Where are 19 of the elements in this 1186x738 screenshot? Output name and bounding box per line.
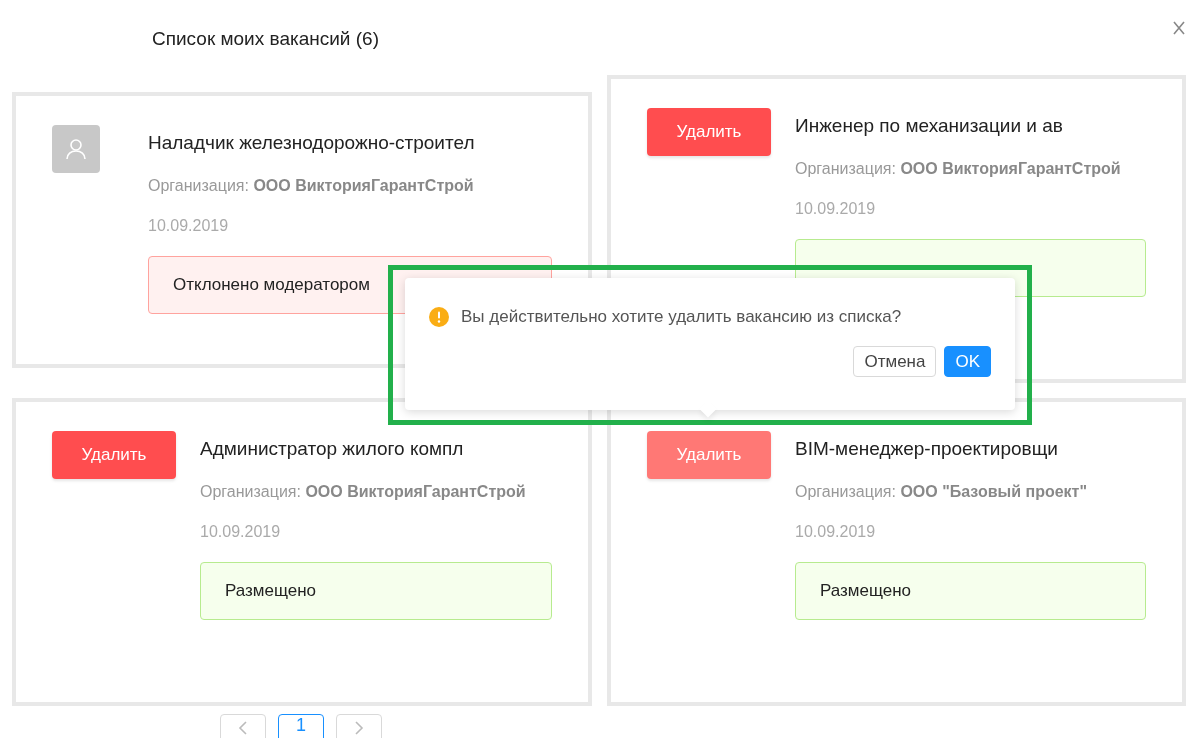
organization-text: Организация: ООО ВикторияГарантСтрой (200, 481, 527, 502)
vacancy-title[interactable]: Инженер по механизации и ав (795, 112, 1146, 141)
organization-text: Организация: ООО ВикторияГарантСтрой (148, 175, 475, 196)
status-message: Размещено (200, 561, 552, 620)
vacancy-title[interactable]: BIM-менеджер-проектировщи (795, 435, 1146, 464)
organization-text: Организация: ООО ВикторияГарантСтрой (795, 158, 1122, 179)
warning-icon (429, 306, 449, 327)
status-message: Размещено (795, 561, 1146, 620)
cancel-button[interactable]: Отмена (853, 345, 937, 377)
date-text: 10.09.2019 (795, 521, 877, 542)
date-text: 10.09.2019 (200, 521, 282, 542)
vacancy-title[interactable]: Администратор жилого компл (200, 435, 552, 464)
page-title: Список моих вакансий (6) (152, 28, 379, 51)
vacancy-title[interactable]: Наладчик железнодорожно-строител (148, 129, 552, 158)
close-icon[interactable] (1172, 20, 1186, 36)
date-text: 10.09.2019 (795, 198, 877, 219)
organization-text: Организация: ООО "Базовый проект" (795, 481, 1088, 502)
date-text: 10.09.2019 (148, 215, 230, 236)
user-avatar-icon (52, 125, 100, 173)
